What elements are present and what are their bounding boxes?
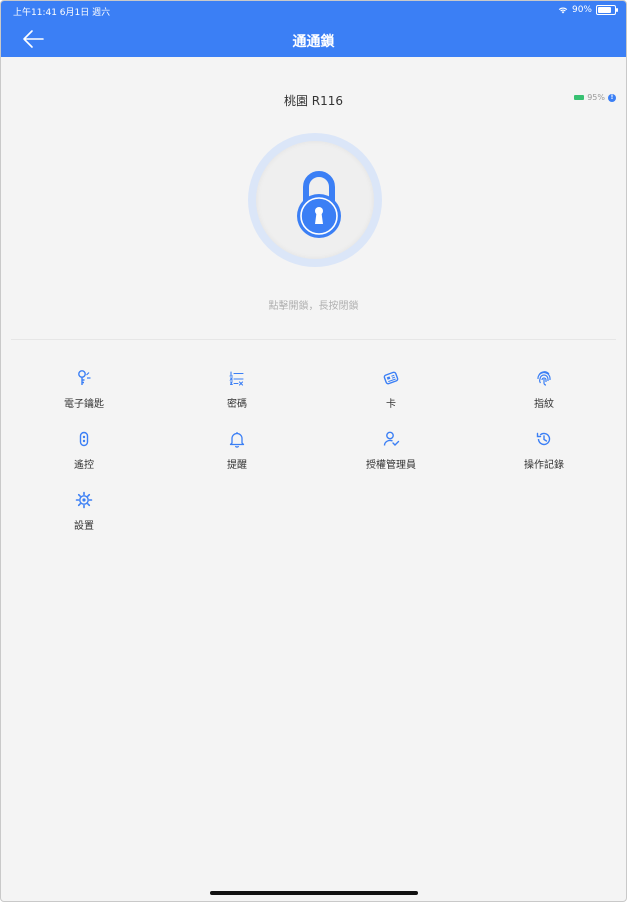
- app-frame: 上午11:41 6月1日 週六 90% 通通鎖 桃園 R116 95% ! 點擊…: [0, 0, 627, 902]
- menu-item-label: 電子鑰匙: [64, 399, 104, 410]
- lock-battery-icon: [574, 95, 585, 100]
- menu-item-remote[interactable]: 遙控: [6, 426, 162, 474]
- remote-icon: [79, 431, 89, 447]
- unlock-button-inner: [256, 141, 374, 259]
- admin-icon: [383, 431, 400, 446]
- divider: [11, 339, 616, 340]
- battery-icon: [596, 5, 618, 15]
- menu-item-label: 操作記錄: [524, 460, 564, 471]
- settings-icon: [75, 491, 93, 509]
- unlock-button[interactable]: [248, 133, 382, 267]
- menu-item-reminder[interactable]: 提醒: [159, 426, 315, 474]
- status-battery-percent: 90%: [571, 5, 592, 15]
- lock-battery-percent: 95%: [587, 93, 605, 102]
- password-icon: [229, 371, 244, 386]
- status-right: 90%: [558, 5, 618, 15]
- bell-icon: [229, 432, 245, 448]
- wifi-icon: [558, 7, 568, 14]
- menu-item-label: 指紋: [534, 399, 554, 410]
- menu-item-label: 卡: [386, 399, 396, 410]
- menu-item-password[interactable]: 密碼: [159, 365, 315, 413]
- history-icon: [536, 432, 551, 446]
- page-title: 通通鎖: [292, 34, 335, 50]
- menu-item-label: 授權管理員: [366, 460, 416, 471]
- home-indicator[interactable]: [210, 891, 418, 895]
- unlock-hint: 點擊開鎖，長按閉鎖: [268, 301, 359, 312]
- card-icon: [383, 371, 399, 385]
- info-icon[interactable]: !: [608, 93, 616, 102]
- top-bar: 上午11:41 6月1日 週六 90% 通通鎖: [1, 1, 626, 57]
- menu-item-label: 遙控: [74, 460, 94, 471]
- menu-item-settings[interactable]: 設置: [6, 487, 162, 535]
- status-bar: 上午11:41 6月1日 週六 90%: [1, 1, 626, 19]
- menu-item-e-key[interactable]: 電子鑰匙: [6, 365, 162, 413]
- key-icon: [78, 370, 91, 385]
- lock-name: 桃園 R116: [283, 94, 344, 108]
- status-time: 上午11:41 6月1日 週六: [13, 8, 111, 18]
- padlock-icon: [297, 171, 341, 238]
- menu-item-label: 提醒: [227, 460, 247, 471]
- menu-item-history[interactable]: 操作記錄: [466, 426, 622, 474]
- fingerprint-icon: [537, 371, 551, 386]
- lock-battery: 95% !: [574, 93, 616, 102]
- menu-item-label: 密碼: [227, 399, 247, 410]
- menu-item-fingerprint[interactable]: 指紋: [466, 365, 622, 413]
- menu-item-card[interactable]: 卡: [313, 365, 469, 413]
- menu-item-label: 設置: [74, 521, 94, 532]
- menu-item-admin[interactable]: 授權管理員: [313, 426, 469, 474]
